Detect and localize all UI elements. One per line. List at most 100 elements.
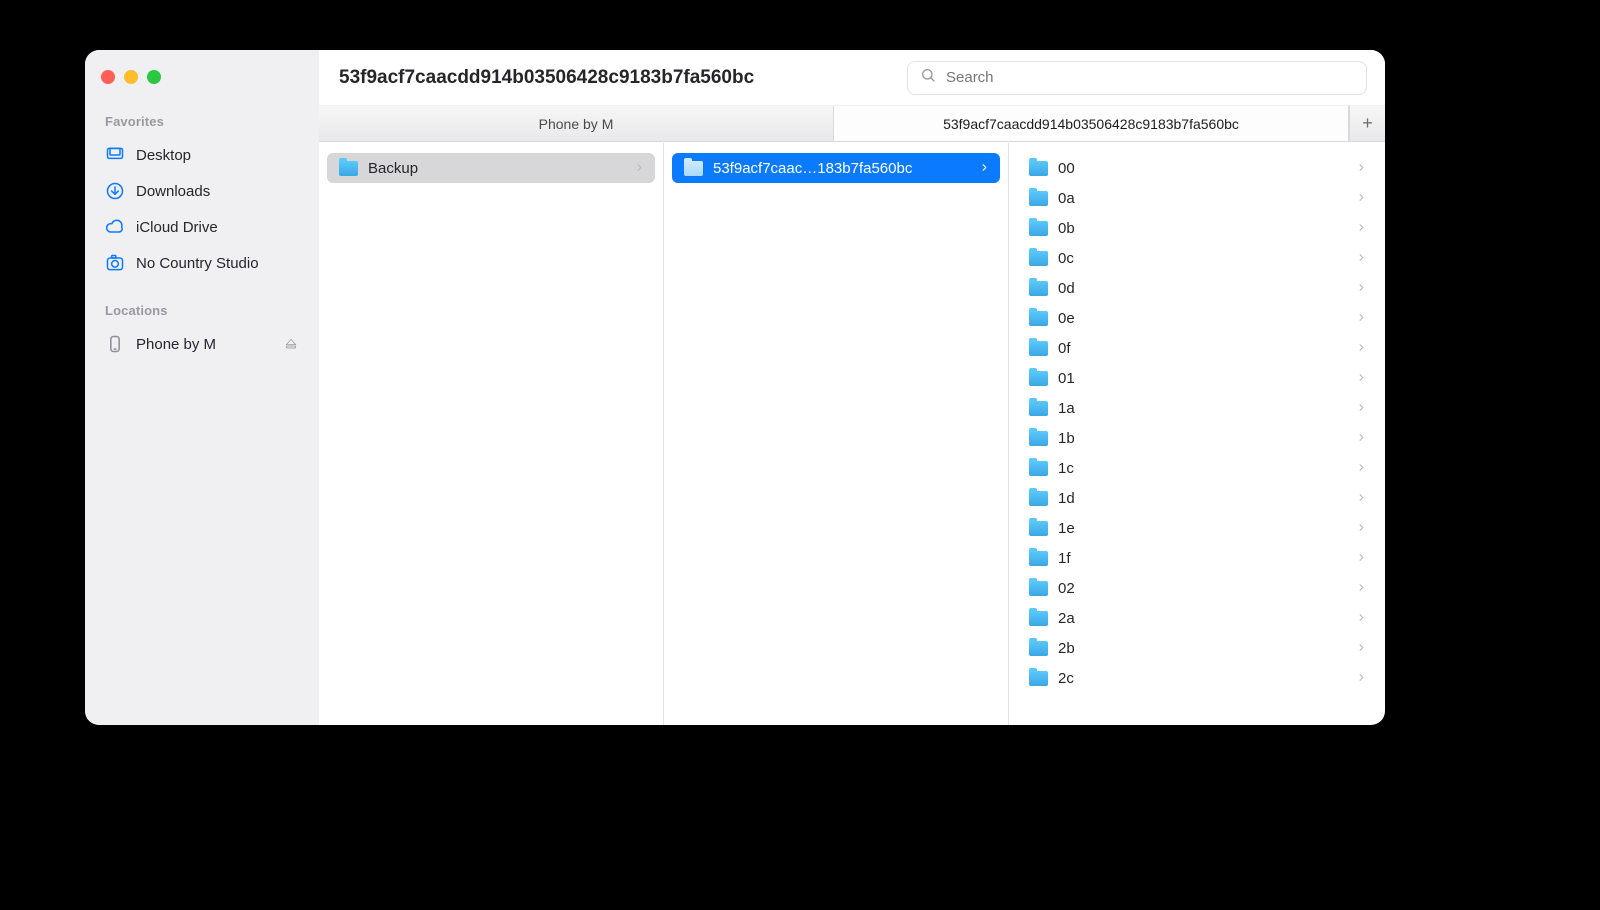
- column-view: Backup53f9acf7caac…183b7fa560bc000a0b0c0…: [319, 142, 1385, 725]
- chevron-right-icon: [634, 160, 645, 177]
- folder-row[interactable]: 2c: [1017, 663, 1377, 693]
- folder-icon: [1029, 341, 1048, 356]
- phone-icon: [105, 334, 125, 354]
- chevron-right-icon: [1356, 430, 1367, 447]
- folder-row[interactable]: 1f: [1017, 543, 1377, 573]
- folder-row[interactable]: 2b: [1017, 633, 1377, 663]
- sidebar-item-no-country-studio[interactable]: No Country Studio: [95, 245, 309, 281]
- chevron-right-icon: [1356, 190, 1367, 207]
- column-0[interactable]: Backup: [319, 143, 664, 725]
- chevron-right-icon: [1356, 340, 1367, 357]
- chevron-right-icon: [1356, 580, 1367, 597]
- chevron-right-icon: [1356, 250, 1367, 267]
- search-input[interactable]: [944, 68, 1354, 87]
- folder-row[interactable]: 1c: [1017, 453, 1377, 483]
- folder-row[interactable]: 1a: [1017, 393, 1377, 423]
- folder-icon: [1029, 611, 1048, 626]
- sidebar-section-header: Locations: [95, 295, 309, 326]
- folder-label: 02: [1058, 580, 1346, 597]
- folder-row[interactable]: 1b: [1017, 423, 1377, 453]
- folder-icon: [1029, 281, 1048, 296]
- chevron-right-icon: [1356, 370, 1367, 387]
- folder-label: 2c: [1058, 670, 1346, 687]
- folder-row[interactable]: 0f: [1017, 333, 1377, 363]
- search-icon: [920, 67, 936, 88]
- chevron-right-icon: [1356, 400, 1367, 417]
- tab-bar: Phone by M 53f9acf7caacdd914b03506428c918…: [319, 106, 1385, 142]
- folder-icon: [1029, 161, 1048, 176]
- folder-row[interactable]: 0e: [1017, 303, 1377, 333]
- folder-icon: [1029, 491, 1048, 506]
- search-field[interactable]: [907, 61, 1367, 95]
- folder-row[interactable]: 0c: [1017, 243, 1377, 273]
- chevron-right-icon: [1356, 610, 1367, 627]
- sidebar-item-icloud-drive[interactable]: iCloud Drive: [95, 209, 309, 245]
- folder-label: 53f9acf7caac…183b7fa560bc: [713, 160, 969, 177]
- folder-icon: [1029, 461, 1048, 476]
- folder-label: 1b: [1058, 430, 1346, 447]
- folder-row[interactable]: 53f9acf7caac…183b7fa560bc: [672, 153, 1000, 183]
- folder-label: 1a: [1058, 400, 1346, 417]
- content-area: 53f9acf7caacdd914b03506428c9183b7fa560bc…: [319, 50, 1385, 725]
- folder-label: 0b: [1058, 220, 1346, 237]
- folder-row[interactable]: 00: [1017, 153, 1377, 183]
- minimize-window-button[interactable]: [124, 70, 138, 84]
- column-2[interactable]: 000a 0b 0c 0d 0e 0f 01 1a 1b 1c 1d 1e 1f 02 2a 2b 2c: [1009, 143, 1385, 725]
- chevron-right-icon: [1356, 520, 1367, 537]
- folder-label: 0c: [1058, 250, 1346, 267]
- folder-icon: [339, 161, 358, 176]
- sidebar-item-label: iCloud Drive: [136, 219, 218, 236]
- chevron-right-icon: [1356, 160, 1367, 177]
- folder-label: 1e: [1058, 520, 1346, 537]
- new-tab-button[interactable]: +: [1349, 106, 1385, 141]
- sidebar-item-label: Downloads: [136, 183, 210, 200]
- folder-label: Backup: [368, 160, 624, 177]
- zoom-window-button[interactable]: [147, 70, 161, 84]
- sidebar-item-desktop[interactable]: Desktop: [95, 137, 309, 173]
- column-1[interactable]: 53f9acf7caac…183b7fa560bc: [664, 143, 1009, 725]
- tab-label: Phone by M: [539, 116, 614, 132]
- folder-row[interactable]: 0b: [1017, 213, 1377, 243]
- chevron-right-icon: [1356, 550, 1367, 567]
- chevron-right-icon: [1356, 220, 1367, 237]
- chevron-right-icon: [1356, 490, 1367, 507]
- folder-row[interactable]: 1d: [1017, 483, 1377, 513]
- folder-row[interactable]: 1e: [1017, 513, 1377, 543]
- sidebar-item-label: No Country Studio: [136, 255, 259, 272]
- folder-icon: [1029, 671, 1048, 686]
- chevron-right-icon: [1356, 280, 1367, 297]
- folder-label: 1c: [1058, 460, 1346, 477]
- eject-icon[interactable]: [283, 336, 299, 352]
- folder-label: 2b: [1058, 640, 1346, 657]
- folder-row[interactable]: 02: [1017, 573, 1377, 603]
- folder-icon: [1029, 401, 1048, 416]
- folder-row[interactable]: 0d: [1017, 273, 1377, 303]
- folder-icon: [1029, 371, 1048, 386]
- folder-icon: [684, 161, 703, 176]
- close-window-button[interactable]: [101, 70, 115, 84]
- chevron-right-icon: [1356, 310, 1367, 327]
- folder-label: 1f: [1058, 550, 1346, 567]
- folder-row[interactable]: 0a: [1017, 183, 1377, 213]
- tab-label: 53f9acf7caacdd914b03506428c9183b7fa560bc: [943, 116, 1239, 132]
- folder-icon: [1029, 551, 1048, 566]
- sidebar: FavoritesDesktopDownloadsiCloud DriveNo …: [85, 50, 319, 725]
- tab[interactable]: Phone by M: [319, 106, 834, 141]
- folder-label: 0e: [1058, 310, 1346, 327]
- folder-row[interactable]: 01: [1017, 363, 1377, 393]
- chevron-right-icon: [1356, 670, 1367, 687]
- tab[interactable]: 53f9acf7caacdd914b03506428c9183b7fa560bc: [834, 106, 1349, 141]
- sidebar-item-downloads[interactable]: Downloads: [95, 173, 309, 209]
- folder-icon: [1029, 431, 1048, 446]
- cloud-icon: [105, 217, 125, 237]
- folder-label: 0f: [1058, 340, 1346, 357]
- sidebar-item-label: Desktop: [136, 147, 191, 164]
- folder-icon: [1029, 581, 1048, 596]
- sidebar-item-phone-by-m[interactable]: Phone by M: [95, 326, 309, 362]
- window-controls: [95, 64, 309, 106]
- folder-label: 0d: [1058, 280, 1346, 297]
- desktop-icon: [105, 145, 125, 165]
- folder-row[interactable]: Backup: [327, 153, 655, 183]
- folder-row[interactable]: 2a: [1017, 603, 1377, 633]
- chevron-right-icon: [1356, 640, 1367, 657]
